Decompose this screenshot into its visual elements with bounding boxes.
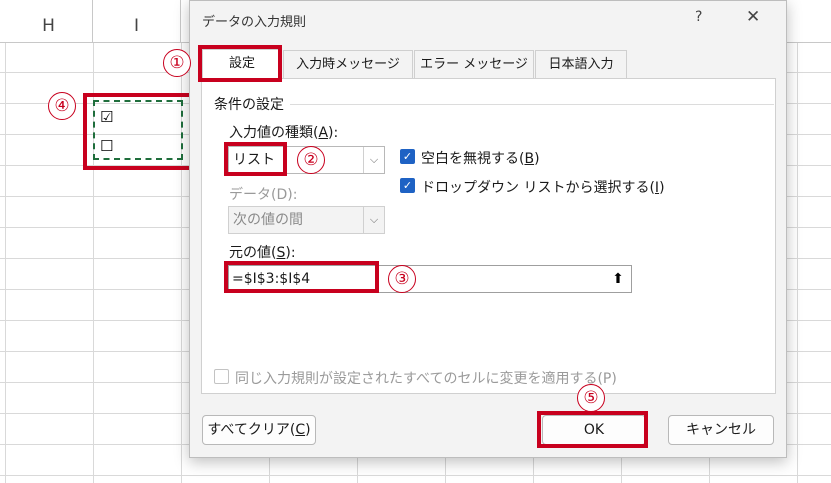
allow-label: 入力値の種類(A): xyxy=(229,125,339,141)
ignore-blank-label: 空白を無視する(B) xyxy=(421,151,540,167)
annotation-5: ⑤ xyxy=(577,384,605,412)
apply-all-checkbox xyxy=(214,369,229,384)
highlight-box-tab xyxy=(198,45,282,82)
chevron-down-icon: ⌵ xyxy=(363,207,384,233)
annotation-3: ③ xyxy=(388,265,416,293)
highlight-box-source xyxy=(224,261,379,293)
help-button[interactable]: ? xyxy=(695,9,702,25)
column-header-h[interactable]: H xyxy=(5,0,93,42)
cancel-button[interactable]: キャンセル xyxy=(668,415,774,445)
annotation-2: ② xyxy=(297,146,325,174)
highlight-box-cells xyxy=(83,93,193,170)
highlight-box-ok xyxy=(537,411,648,448)
data-select: 次の値の間 ⌵ xyxy=(228,206,385,234)
dropdown-checkbox[interactable]: ✓ xyxy=(400,178,415,193)
range-picker-icon[interactable]: ⬆ xyxy=(606,267,630,291)
chevron-down-icon: ⌵ xyxy=(363,147,384,173)
annotation-4: ④ xyxy=(48,92,76,120)
title-bar: データの入力規則 ? ✕ xyxy=(190,1,786,39)
dialog-title: データの入力規則 xyxy=(202,15,307,30)
highlight-box-list xyxy=(224,142,287,176)
group-divider xyxy=(290,104,774,105)
data-select-value: 次の値の間 xyxy=(233,212,303,228)
source-label: 元の値(S): xyxy=(229,245,296,261)
group-label: 条件の設定 xyxy=(214,97,284,113)
tab-ime[interactable]: 日本語入力 xyxy=(535,50,627,78)
clear-all-button[interactable]: すべてクリア(C) xyxy=(202,415,316,445)
close-button[interactable]: ✕ xyxy=(746,7,760,27)
apply-all-label: 同じ入力規則が設定されたすべてのセルに変更を適用する(P) xyxy=(235,371,617,387)
ignore-blank-checkbox[interactable]: ✓ xyxy=(400,149,415,164)
data-label: データ(D): xyxy=(229,187,298,203)
annotation-1: ① xyxy=(163,49,191,77)
tab-input-message[interactable]: 入力時メッセージ xyxy=(283,50,413,78)
tab-error-message[interactable]: エラー メッセージ xyxy=(414,50,534,78)
dropdown-label: ドロップダウン リストから選択する(I) xyxy=(421,180,665,196)
column-header-i[interactable]: I xyxy=(93,0,181,42)
